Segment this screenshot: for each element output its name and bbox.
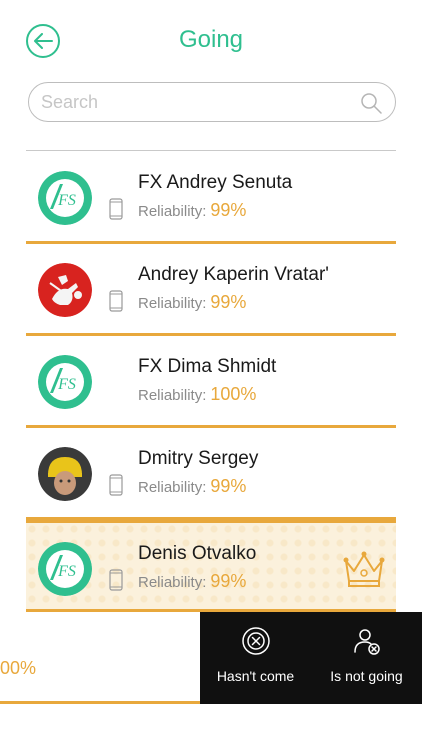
phone-icon xyxy=(109,290,123,312)
x-circle-icon xyxy=(241,627,270,655)
svg-text:FS: FS xyxy=(57,376,76,393)
player-name: Denis Otvalko xyxy=(138,543,257,564)
divider xyxy=(26,150,396,151)
player-name: FX Andrey Senuta xyxy=(138,172,293,193)
coat-of-arms-icon xyxy=(38,263,92,317)
hasnt-come-label: Hasn't come xyxy=(216,668,295,684)
reliability: Reliability: 100% xyxy=(138,384,256,405)
avatar: FS xyxy=(38,355,92,409)
reliability: Reliability: 99% xyxy=(138,476,246,497)
swipe-actions: Hasn't come Is not going xyxy=(200,612,422,704)
avatar: FS xyxy=(38,542,92,596)
search-input[interactable] xyxy=(41,91,341,113)
fs-logo-icon: FS xyxy=(38,355,92,409)
search-icon[interactable] xyxy=(359,91,383,115)
fs-logo-icon: FS xyxy=(38,171,92,225)
phone-icon xyxy=(109,198,123,220)
reliability-value: 00% xyxy=(0,658,37,678)
reliability-label: Reliability: xyxy=(138,203,207,220)
reliability-label: Reliability: xyxy=(138,295,207,312)
list-item[interactable]: FS FX Dima Shmidt Reliability: 100% xyxy=(26,336,396,428)
reliability-value: 99% xyxy=(210,200,247,220)
avatar xyxy=(38,263,92,317)
header: Going xyxy=(0,0,422,80)
reliability-label: Reliability: xyxy=(138,574,207,591)
avatar xyxy=(38,447,92,501)
list-item-captain[interactable]: FS Denis Otvalko Reliability: 99% xyxy=(26,520,396,612)
reliability: Reliability: 99% xyxy=(138,571,246,592)
crown-icon xyxy=(343,551,385,587)
fs-logo-icon: FS xyxy=(38,542,92,596)
reliability-value: 99% xyxy=(210,476,247,496)
avatar: FS xyxy=(38,171,92,225)
list-item[interactable]: FS FX Andrey Senuta Reliability: 99% xyxy=(26,152,396,244)
reliability-value: 99% xyxy=(210,571,247,591)
is-not-going-label: Is not going xyxy=(330,668,403,684)
user-photo-icon xyxy=(38,447,92,501)
hasnt-come-button[interactable]: Hasn't come xyxy=(200,612,311,704)
reliability: Reliability: 99% xyxy=(138,200,246,221)
reliability: Reliability: 99% xyxy=(138,292,246,313)
user-remove-icon xyxy=(353,629,380,655)
reliability-label: Reliability: xyxy=(138,479,207,496)
phone-icon xyxy=(109,569,123,591)
player-name: Andrey Kaperin Vratar' xyxy=(138,264,329,285)
search-bar[interactable] xyxy=(28,82,396,122)
list-item[interactable]: Dmitry Sergey Reliability: 99% xyxy=(26,428,396,520)
svg-text:FS: FS xyxy=(57,192,76,209)
page-title: Going xyxy=(178,26,244,53)
player-name: FX Dima Shmidt xyxy=(138,356,277,377)
list-item[interactable]: Andrey Kaperin Vratar' Reliability: 99% xyxy=(26,244,396,336)
svg-text:FS: FS xyxy=(57,563,76,580)
reliability-value: 99% xyxy=(210,292,247,312)
reliability-value: 100% xyxy=(210,384,257,404)
phone-icon xyxy=(109,474,123,496)
reliability-label: Reliability: xyxy=(138,387,207,404)
player-list: FS FX Andrey Senuta Reliability: 99% And… xyxy=(26,152,396,612)
swiped-list-item[interactable]: 00% xyxy=(0,612,200,704)
player-name: Dmitry Sergey xyxy=(138,448,259,469)
is-not-going-button[interactable]: Is not going xyxy=(311,612,422,704)
